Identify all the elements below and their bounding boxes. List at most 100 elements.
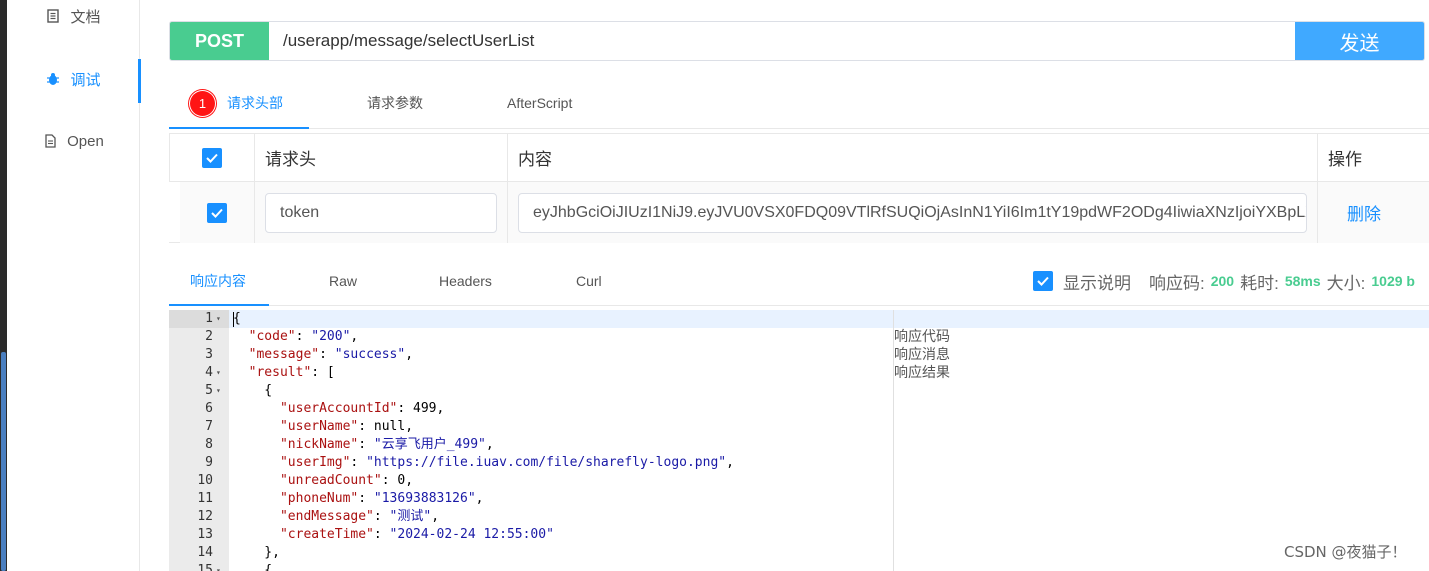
code-line: }, xyxy=(233,545,280,560)
sidebar-item-label: 调试 xyxy=(70,71,101,89)
tab-request-params[interactable]: 请求参数 xyxy=(367,78,423,128)
code-line: "result": [ xyxy=(248,365,335,380)
tab-label: 请求头部 xyxy=(227,95,283,111)
code-line: "nickName": "云享飞用户_499", xyxy=(279,437,494,452)
field-description: 响应代码 xyxy=(894,329,950,345)
status-code-label: 响应码: xyxy=(1149,273,1205,293)
line-number: 11 xyxy=(197,491,213,506)
response-tabs: 响应内容 Raw Headers Curl 显示说明 响应码: 200 耗时: … xyxy=(169,257,1429,306)
select-all-cell xyxy=(169,134,255,181)
show-desc-checkbox[interactable] xyxy=(1033,271,1053,291)
method-select[interactable]: POST xyxy=(170,22,269,60)
response-meta: 显示说明 响应码: 200 耗时: 58ms 大小: 1029 b xyxy=(1033,257,1421,305)
line-number: 15 xyxy=(197,563,213,571)
tab-label: AfterScript xyxy=(507,95,573,111)
delete-link[interactable]: 删除 xyxy=(1347,200,1381,225)
fold-toggle-icon[interactable]: ▾ xyxy=(216,364,224,382)
file-icon xyxy=(45,134,56,148)
code-line: "userName": null, xyxy=(279,419,414,434)
select-all-checkbox[interactable] xyxy=(202,147,222,168)
tab-label: Headers xyxy=(439,273,492,289)
line-number: 13 xyxy=(197,527,213,542)
header-value-cell: eyJhbGciOiJIUzI1NiJ9.eyJVU0VSX0FDQ09VTlR… xyxy=(508,182,1318,243)
column-header-action: 操作 xyxy=(1328,150,1362,169)
tab-label: 请求参数 xyxy=(367,95,423,111)
table-header-row: 请求头 内容 操作 xyxy=(169,134,1429,182)
code-line: { xyxy=(233,563,273,571)
active-line-highlight xyxy=(229,310,1429,328)
code-line: "userImg": "https://file.iuav.com/file/s… xyxy=(279,455,734,470)
code-line: "createTime": "2024-02-24 12:55:00" xyxy=(279,527,554,542)
tab-request-headers[interactable]: 1 请求头部 xyxy=(169,78,309,129)
line-number: 8 xyxy=(205,437,213,452)
document-icon xyxy=(47,9,60,23)
code-line: "unreadCount": 0, xyxy=(279,473,414,488)
field-description: 响应结果 xyxy=(894,365,950,381)
scrollbar-thumb[interactable] xyxy=(1,352,6,571)
request-tabs: 1 请求头部 请求参数 AfterScript xyxy=(169,78,1429,129)
header-key-input[interactable]: token xyxy=(265,192,497,233)
tab-after-script[interactable]: AfterScript xyxy=(507,78,572,128)
time-label: 耗时: xyxy=(1240,273,1279,293)
code-line: "userAccountId": 499, xyxy=(279,401,445,416)
sidebar-item-label: Open xyxy=(67,132,104,150)
line-number: 6 xyxy=(205,401,213,416)
line-number: 10 xyxy=(197,473,213,488)
sidebar-item-debug[interactable]: 调试 xyxy=(7,59,141,103)
fold-toggle-icon[interactable]: ▾ xyxy=(216,310,224,328)
response-editor[interactable]: 1 ▾{2 "code": "200", 3 "message": "success… xyxy=(169,310,1429,571)
line-number: 1 xyxy=(205,311,213,326)
text-cursor xyxy=(233,312,234,327)
code-line: { xyxy=(233,383,273,398)
request-bar: POST /userapp/message/selectUserList 发送 xyxy=(169,21,1425,61)
code-line: "endMessage": "测试", xyxy=(279,509,440,524)
time-value: 58ms xyxy=(1284,273,1321,289)
header-action-cell: 删除 xyxy=(1318,182,1429,243)
watermark: CSDN @夜猫子！ xyxy=(1284,543,1407,561)
header-value-input[interactable]: eyJhbGciOiJIUzI1NiJ9.eyJVU0VSX0FDQ09VTlR… xyxy=(518,192,1307,233)
table-row: token eyJhbGciOiJIUzI1NiJ9.eyJVU0VSX0FDQ… xyxy=(180,182,1429,243)
status-code-value: 200 xyxy=(1210,273,1235,289)
code-line: "phoneNum": "13693883126", xyxy=(279,491,484,506)
line-number: 2 xyxy=(205,329,213,344)
code-line: { xyxy=(233,311,241,326)
tab-curl[interactable]: Curl xyxy=(576,257,602,305)
line-number: 3 xyxy=(205,347,213,362)
window-edge xyxy=(0,0,7,571)
check-icon xyxy=(211,208,223,218)
tab-label: Curl xyxy=(576,273,602,289)
check-icon xyxy=(1037,276,1049,286)
line-number: 14 xyxy=(197,545,213,560)
tab-response-content[interactable]: 响应内容 xyxy=(190,257,246,305)
column-header-key: 请求头 xyxy=(255,134,508,181)
sidebar-item-open[interactable]: Open xyxy=(7,121,140,161)
size-value: 1029 b xyxy=(1371,273,1415,289)
fold-toggle-icon[interactable]: ▾ xyxy=(216,562,224,571)
sidebar-item-docs[interactable]: 文档 xyxy=(7,0,140,36)
send-button[interactable]: 发送 xyxy=(1295,22,1424,60)
line-number: 9 xyxy=(205,455,213,470)
line-number: 4 xyxy=(205,365,213,380)
header-key-cell: token xyxy=(255,182,508,243)
size-label: 大小: xyxy=(1326,273,1366,293)
sidebar-item-label: 文档 xyxy=(70,8,101,26)
bug-icon xyxy=(47,73,60,85)
url-input[interactable]: /userapp/message/selectUserList xyxy=(269,22,1295,60)
row-checkbox[interactable] xyxy=(207,202,227,223)
field-description: 响应消息 xyxy=(894,347,950,363)
line-number: 12 xyxy=(197,509,213,524)
headers-table: 请求头 内容 操作 token eyJhbGciOiJIUzI1NiJ9.eyJ… xyxy=(169,133,1429,243)
code-line: "message": "success", xyxy=(248,347,414,362)
column-header-value: 内容 xyxy=(508,134,1318,181)
tab-headers[interactable]: Headers xyxy=(439,257,492,305)
code-line: "code": "200", xyxy=(248,329,359,344)
check-icon xyxy=(206,153,218,163)
active-tab-indicator xyxy=(169,304,269,306)
show-desc-label: 显示说明 xyxy=(1063,273,1131,293)
tab-label: 响应内容 xyxy=(190,273,246,289)
line-number: 7 xyxy=(205,419,213,434)
tab-raw[interactable]: Raw xyxy=(329,257,357,305)
tab-label: Raw xyxy=(329,273,358,289)
fold-toggle-icon[interactable]: ▾ xyxy=(216,382,224,400)
sidebar: 文档 调试 Open xyxy=(7,0,141,571)
